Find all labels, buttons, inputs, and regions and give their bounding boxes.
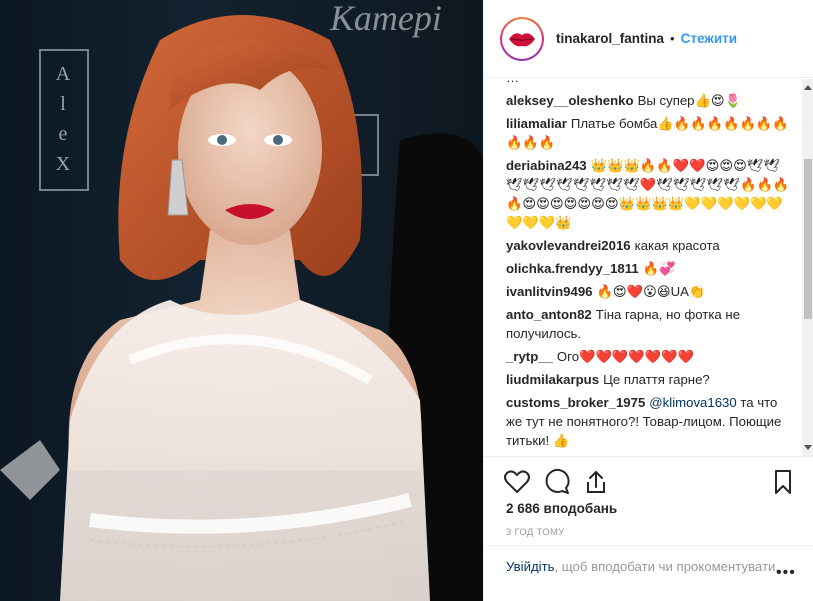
scroll-up-arrow-icon[interactable] xyxy=(804,85,812,90)
comment-item: ivanlitvin9496 🔥😍❤️😮😆UA👏 xyxy=(506,282,792,301)
comment-item: yakovlevandrei2016 какая красота xyxy=(506,236,792,255)
more-options-button[interactable]: ••• xyxy=(776,564,796,582)
comment-username[interactable]: liudmilakarpus xyxy=(506,372,599,387)
instagram-post: A l e X Катерi tinakarol_fantina • Стежи… xyxy=(0,0,813,601)
likes-count[interactable]: 2 686 вподобань xyxy=(506,501,617,516)
post-timestamp[interactable]: 3 ГОД ТОМУ xyxy=(506,527,565,538)
avatar[interactable] xyxy=(500,16,544,61)
comment-item: anto_anton82 Тіна гарна, но фотка не полу… xyxy=(506,305,792,343)
comments-list: … aleksey__oleshenkoВы супер👍😍🌷 liliamal… xyxy=(484,79,800,456)
login-prompt-text: , щоб вподобати чи прокоментувати. xyxy=(554,559,780,574)
like-button[interactable] xyxy=(502,467,532,497)
svg-text:e: e xyxy=(59,123,68,145)
action-bar xyxy=(484,456,813,506)
comment-item: olichka.frendyy_1811 🔥💞 xyxy=(506,259,792,278)
scrollbar-thumb[interactable] xyxy=(804,159,812,319)
comment-username[interactable]: aleksey__oleshenko xyxy=(506,93,634,108)
comment-username[interactable]: anto_anton82 xyxy=(506,307,592,322)
post-sidebar: tinakarol_fantina • Стежити … aleksey__o… xyxy=(483,0,813,601)
comment-item: liliamaliar Платье бомба👍🔥🔥🔥🔥🔥🔥🔥🔥🔥🔥 xyxy=(506,114,792,152)
comment-item: deriabina243 👑👑👑🔥🔥❤️❤️😍😍😍🕊🕊🕊🕊🕊🕊🕊🕊🕊🕊❤️🕊🕊🕊🕊… xyxy=(506,156,792,232)
login-link[interactable]: Увійдіть xyxy=(506,559,554,574)
portrait-image: A l e X Катерi xyxy=(0,0,483,601)
username-link[interactable]: tinakarol_fantina xyxy=(556,31,664,46)
comment-username[interactable]: _rytp__ xyxy=(506,349,553,364)
heart-icon xyxy=(504,470,530,493)
svg-text:X: X xyxy=(56,153,71,175)
comment-mention-link[interactable]: @klimova1630 xyxy=(649,395,736,410)
comment-username[interactable]: ivanlitvin9496 xyxy=(506,284,593,299)
comment-username[interactable]: customs_broker_1975 xyxy=(506,395,645,410)
comment-username[interactable]: yakovlevandrei2016 xyxy=(506,238,631,253)
bookmark-icon xyxy=(775,470,791,494)
comment-username[interactable]: liliamaliar xyxy=(506,116,567,131)
comment-text: какая красота xyxy=(634,238,720,253)
comment-item: liudmilakarpus Це плаття гарне? xyxy=(506,370,792,389)
comment-text: 🔥💞 xyxy=(642,261,676,276)
comments-scrollbar[interactable] xyxy=(802,79,813,456)
comment-text: Це плаття гарне? xyxy=(603,372,710,387)
comment-item: aleksey__oleshenko Вы супер👍😍🌷 xyxy=(506,91,792,110)
comment-text: … xyxy=(506,79,519,85)
share-button[interactable] xyxy=(581,467,611,497)
svg-text:l: l xyxy=(60,93,66,115)
comment-text: 🔥😍❤️😮😆UA👏 xyxy=(596,284,706,299)
post-header: tinakarol_fantina • Стежити xyxy=(484,0,813,78)
svg-text:Катерi: Катерi xyxy=(329,0,442,38)
comment-item: _rytp__ Ого❤️❤️❤️❤️❤️❤️❤️ xyxy=(506,347,792,366)
login-prompt: Увійдіть, щоб вподобати чи прокоментуват… xyxy=(484,545,813,601)
comment-username[interactable]: olichka.frendyy_1811 xyxy=(506,261,639,276)
comment-text: Ого❤️❤️❤️❤️❤️❤️❤️ xyxy=(556,349,694,364)
comment-item: customs_broker_1975 @klimova1630 та что ж… xyxy=(506,393,792,450)
separator-dot: • xyxy=(670,31,675,46)
share-icon xyxy=(587,471,605,493)
comment-button[interactable] xyxy=(542,467,572,497)
comment-icon xyxy=(545,468,570,494)
scroll-down-arrow-icon[interactable] xyxy=(804,445,812,450)
follow-button[interactable]: Стежити xyxy=(681,31,737,46)
svg-text:A: A xyxy=(56,63,71,85)
comment-username[interactable]: deriabina243 xyxy=(506,158,587,173)
comment-item: … xyxy=(506,79,792,87)
save-button[interactable] xyxy=(768,467,798,497)
comment-text: Вы супер👍😍🌷 xyxy=(637,93,742,108)
post-photo[interactable]: A l e X Катерi xyxy=(0,0,483,601)
lips-logo-icon xyxy=(509,32,535,46)
